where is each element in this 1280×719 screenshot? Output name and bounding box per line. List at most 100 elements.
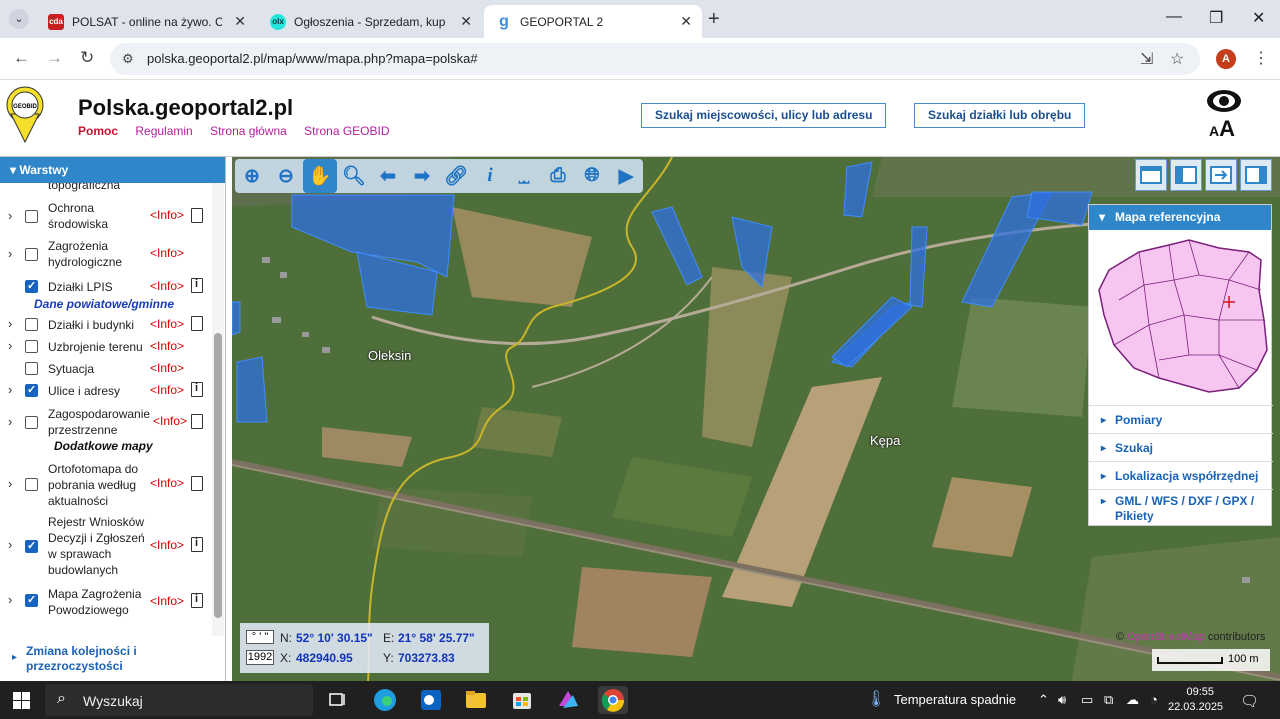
layer-checkbox[interactable] <box>25 593 38 607</box>
layer-info-link[interactable]: <Info> <box>153 414 187 428</box>
pan-hand-icon[interactable]: ✋ <box>303 159 337 193</box>
home-link[interactable]: Strona główna <box>210 124 287 138</box>
tab-geoportal[interactable]: g GEOPORTAL 2 ✕ <box>484 5 702 38</box>
system-clock[interactable]: 09:55 22.03.2025 <box>1168 685 1223 715</box>
layer-info-link[interactable]: <Info> <box>150 279 184 293</box>
document-icon[interactable] <box>191 414 203 429</box>
next-view-icon[interactable]: ➡ <box>405 159 439 193</box>
chevron-right-icon[interactable]: › <box>8 246 12 261</box>
url-field[interactable]: ⚙ polska.geoportal2.pl/map/www/mapa.php?… <box>110 43 1200 75</box>
layer-order-link[interactable]: Zmiana kolejności i przezroczystości <box>26 644 166 674</box>
search-menu-item[interactable]: Szukaj <box>1089 433 1273 461</box>
layers-scrollbar[interactable] <box>212 183 224 636</box>
measurements-menu-item[interactable]: Pomiary <box>1089 405 1273 433</box>
chevron-right-icon[interactable]: › <box>8 316 12 331</box>
close-icon[interactable]: ✕ <box>234 13 246 30</box>
layer-ochrona-srodowiska[interactable]: › Ochrona środowiska <Info> <box>0 199 212 233</box>
edge-icon[interactable] <box>370 686 400 714</box>
weather-text[interactable]: Temperatura spadnie <box>894 692 1016 707</box>
layer-zagrozenia-hydrologiczne[interactable]: › Zagrożenia hydrologiczne <Info> <box>0 237 212 271</box>
geobid-logo[interactable]: GEOBID <box>4 86 46 144</box>
coordinate-format-toggle[interactable]: ° ' " <box>246 630 274 644</box>
reload-icon[interactable]: ↻ <box>80 48 94 68</box>
scrollbar-thumb[interactable] <box>214 333 222 618</box>
thermometer-icon[interactable]: 🌡︎ <box>866 689 886 709</box>
site-settings-icon[interactable]: ⚙ <box>122 51 134 67</box>
osm-link[interactable]: OpenStreetMap <box>1127 631 1205 643</box>
tab-olx[interactable]: olx Ogłoszenia - Sprzedam, kupię ✕ <box>258 5 482 38</box>
document-icon[interactable] <box>191 316 203 331</box>
terms-link[interactable]: Regulamin <box>135 124 192 138</box>
layout-left-icon[interactable] <box>1170 159 1202 191</box>
chevron-right-icon[interactable]: › <box>8 537 12 552</box>
chevron-right-icon[interactable]: › <box>8 476 12 491</box>
chevron-right-icon[interactable]: › <box>8 208 12 223</box>
speaker-icon[interactable]: 🔊︎ <box>1058 692 1066 708</box>
back-icon[interactable]: ← <box>13 48 30 68</box>
cloud-icon[interactable]: ☁ <box>1126 692 1139 708</box>
layer-ortofotomapa[interactable]: › Ortofotomapa do pobrania według aktual… <box>0 459 212 511</box>
notifications-icon[interactable]: 🗨︎ <box>1240 692 1259 710</box>
document-icon[interactable] <box>191 208 203 223</box>
info-icon[interactable]: i <box>473 159 507 193</box>
layer-uzbrojenie-terenu[interactable]: › Uzbrojenie terenu <Info> <box>0 337 212 357</box>
layer-checkbox[interactable] <box>25 539 38 553</box>
search-parcel-button[interactable]: Szukaj działki lub obrębu <box>914 103 1086 128</box>
document-info-icon[interactable] <box>191 537 203 552</box>
layer-info-link[interactable]: <Info> <box>150 246 184 260</box>
measure-icon[interactable]: ⎵⎵ <box>507 159 541 193</box>
print-icon[interactable]: ⎙ <box>541 159 575 193</box>
accessibility-eye-icon[interactable] <box>1206 88 1242 114</box>
install-app-icon[interactable]: ⇲ <box>1140 49 1153 69</box>
layer-checkbox[interactable] <box>25 279 38 293</box>
chevron-right-icon[interactable]: › <box>8 382 12 397</box>
minimize-icon[interactable]: — <box>1166 8 1182 26</box>
layer-rejestr-wnioskow[interactable]: › Rejestr Wniosków Decyzji i Zgłoszeń w … <box>0 513 212 581</box>
url-text[interactable]: polska.geoportal2.pl/map/www/mapa.php?ma… <box>147 51 478 66</box>
bookmark-star-icon[interactable]: ☆ <box>1170 49 1184 69</box>
close-window-icon[interactable]: ✕ <box>1252 8 1265 28</box>
document-info-icon[interactable] <box>191 382 203 397</box>
layers-panel-header[interactable]: ▾ Warstwy <box>0 157 225 183</box>
chevron-right-icon[interactable]: › <box>8 414 12 429</box>
layer-checkbox[interactable] <box>25 340 38 353</box>
layer-zagospodarowanie[interactable]: › Zagospodarowanie przestrzenne <Info> <box>0 405 212 439</box>
layer-info-link[interactable]: <Info> <box>150 317 184 331</box>
restore-icon[interactable]: ❐ <box>1209 8 1223 28</box>
document-info-icon[interactable] <box>191 593 203 608</box>
video-icon[interactable]: ▶ <box>609 159 643 193</box>
search-address-button[interactable]: Szukaj miejscowości, ulicy lub adresu <box>641 103 887 128</box>
forward-icon[interactable]: → <box>46 48 63 68</box>
layout-right-icon[interactable] <box>1240 159 1272 191</box>
store-icon[interactable] <box>507 686 537 714</box>
globe-icon[interactable]: 🌐︎ <box>575 159 609 193</box>
layer-info-link[interactable]: <Info> <box>150 208 184 222</box>
layer-info-link[interactable]: <Info> <box>150 538 184 552</box>
zoom-in-icon[interactable]: ⊕ <box>235 159 269 193</box>
layer-checkbox[interactable] <box>25 416 38 429</box>
wifi-icon[interactable]: ◔ <box>1150 692 1158 707</box>
map-view[interactable]: Oleksin Kępa ⊕ ⊖ ✋ 🔍︎ ⬅ ➡ 🔗︎ i ⎵⎵ ⎙ 🌐︎ ▶… <box>232 157 1280 681</box>
battery-icon[interactable]: ▭ <box>1081 692 1093 708</box>
outlook-icon[interactable] <box>416 686 446 714</box>
tab-search-button[interactable]: ⌄ <box>9 9 29 29</box>
layer-ulice-i-adresy[interactable]: › Ulice i adresy <Info> <box>0 381 212 401</box>
file-explorer-icon[interactable] <box>461 686 491 714</box>
tab-polsat[interactable]: cda POLSAT - online na żywo. CDA ✕ <box>36 5 256 38</box>
new-tab-button[interactable]: + <box>708 8 720 31</box>
zoom-out-icon[interactable]: ⊖ <box>269 159 303 193</box>
device-icon[interactable]: ⧉ <box>1104 692 1113 708</box>
chrome-icon[interactable] <box>598 686 628 714</box>
layer-info-link[interactable]: <Info> <box>150 361 184 375</box>
previous-view-icon[interactable]: ⬅ <box>371 159 405 193</box>
browser-menu-icon[interactable]: ⋮ <box>1253 48 1269 68</box>
layer-checkbox[interactable] <box>25 478 38 491</box>
layer-checkbox[interactable] <box>25 210 38 223</box>
layout-export-icon[interactable] <box>1205 159 1237 191</box>
layer-info-link[interactable]: <Info> <box>150 476 184 490</box>
windows-start-icon[interactable] <box>13 692 30 709</box>
taskbar-search[interactable]: ⌕ Wyszukaj <box>45 684 313 716</box>
document-info-icon[interactable] <box>191 278 203 293</box>
chevron-up-icon[interactable]: ⌃ <box>1038 692 1049 708</box>
layer-info-link[interactable]: <Info> <box>150 339 184 353</box>
